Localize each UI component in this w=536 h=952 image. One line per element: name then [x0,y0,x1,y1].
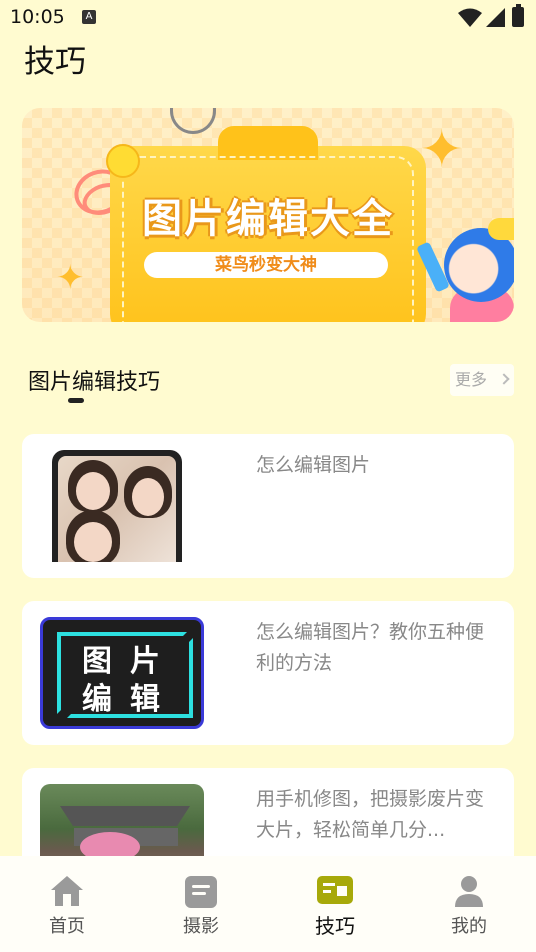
article-thumbnail: 图片 编辑 [40,617,204,729]
battery-icon [512,4,524,27]
profile-icon [455,876,483,907]
banner-subtitle: 菜鸟秒变大神 [144,252,388,278]
article-thumbnail [40,450,204,562]
banner-title: 图片编辑大全 [142,196,394,242]
article-title: 用手机修图，把摄影废片变大片，轻松简单几分... [256,788,485,841]
status-time: 10:05 [10,6,65,28]
bottom-nav: 首页 摄影 技巧 我的 [0,856,536,952]
sparkle-icon: ✦ [56,258,85,298]
note-icon [185,876,217,908]
home-icon [51,876,83,906]
section-underline [68,398,84,403]
nav-label: 技巧 [315,914,355,938]
phone-image [52,450,182,562]
more-label: 更多 [455,370,488,389]
article-card[interactable]: 图片 编辑 怎么编辑图片？教你五种便利的方法 [22,601,514,745]
page-title: 技巧 [24,44,86,80]
more-button[interactable]: 更多 [450,364,514,396]
nav-label: 首页 [49,916,85,937]
thumbnail-text: 编辑 [82,682,178,717]
sparkle-icon: ✦ [420,120,464,180]
wifi-icon [458,8,482,27]
nav-label: 我的 [451,916,487,937]
status-bar: 10:05 A [0,0,536,36]
banner[interactable]: ✦ ✦ 图片编辑大全 菜鸟秒变大神 [22,108,514,322]
nav-photography[interactable]: 摄影 [134,856,268,952]
section-title: 图片编辑技巧 [28,370,161,395]
nav-label: 摄影 [183,916,219,937]
nav-profile[interactable]: 我的 [402,856,536,952]
banner-tab [218,126,318,160]
notification-a-icon: A [82,10,96,24]
article-card[interactable]: 怎么编辑图片 [22,434,514,578]
chevron-right-icon [498,373,510,385]
nav-tips[interactable]: 技巧 [268,856,402,952]
signal-icon [486,8,505,27]
tips-icon [317,876,353,904]
nav-home[interactable]: 首页 [0,856,134,952]
article-title: 怎么编辑图片 [256,454,371,476]
smiley-icon [106,144,140,178]
article-title: 怎么编辑图片？教你五种便利的方法 [256,621,485,674]
bow-decoration [488,218,514,240]
